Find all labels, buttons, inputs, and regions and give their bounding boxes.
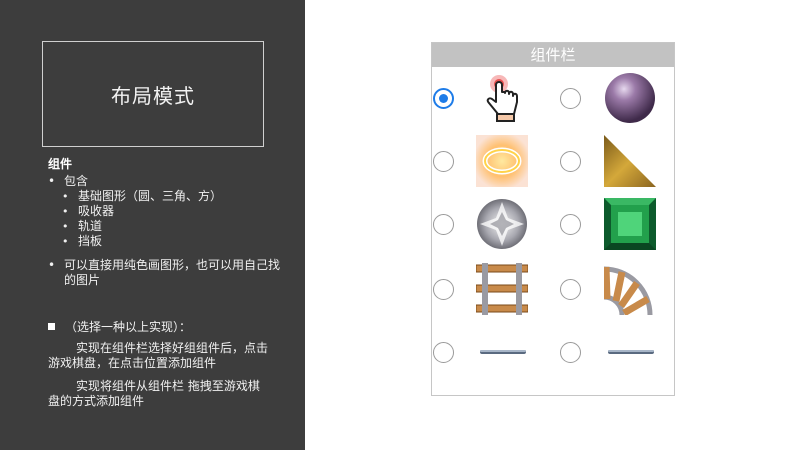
option-one-text: 实现在组件栏选择好组组件后，点击游戏棋盘，在点击位置添加组件 xyxy=(48,341,269,370)
radio-ring[interactable] xyxy=(433,151,454,172)
glowing-ring-icon[interactable] xyxy=(476,135,528,187)
radio-curved-track[interactable] xyxy=(560,279,581,300)
radio-flipper-right[interactable] xyxy=(560,342,581,363)
option-two-text: 实现将组件从组件栏 拖拽至游戏棋盘的方式添加组件 xyxy=(48,379,260,408)
curved-track-icon[interactable] xyxy=(604,263,656,315)
hand-pointer-icon[interactable] xyxy=(476,72,528,124)
note-item: 可以直接用纯色画图形，也可以用自己找的图片 xyxy=(48,258,288,288)
gold-triangle-icon[interactable] xyxy=(604,135,656,187)
sub-item-baffle: 挡板 xyxy=(62,234,288,249)
include-label: 包含 xyxy=(64,174,89,188)
radio-flipper-left[interactable] xyxy=(433,342,454,363)
component-sub-list: 基础图形（圆、三角、方） 吸收器 轨道 挡板 xyxy=(62,189,288,249)
radio-diamond[interactable] xyxy=(433,214,454,235)
include-item: 包含 xyxy=(48,174,288,189)
purple-ball-icon[interactable] xyxy=(604,72,656,124)
radio-ball[interactable] xyxy=(560,88,581,109)
components-heading: 组件 xyxy=(48,157,73,171)
title-box: 布局模式 xyxy=(42,41,264,147)
straight-track-icon[interactable] xyxy=(476,263,528,315)
option-title-text: （选择一种以上实现）： xyxy=(65,320,192,334)
radio-emerald[interactable] xyxy=(560,214,581,235)
diamond-circle-icon[interactable] xyxy=(476,198,528,250)
components-list: 包含 基础图形（圆、三角、方） 吸收器 轨道 挡板 可以直接用纯色画图形，也可以… xyxy=(48,174,288,288)
sub-item-absorber: 吸收器 xyxy=(62,204,288,219)
sub-item-shapes: 基础图形（圆、三角、方） xyxy=(62,189,288,204)
radio-triangle[interactable] xyxy=(560,151,581,172)
square-bullet-icon xyxy=(48,323,55,330)
sub-item-track: 轨道 xyxy=(62,219,288,234)
option-title: （选择一种以上实现）： xyxy=(48,318,191,335)
flipper-icon[interactable] xyxy=(604,326,656,378)
left-panel: 布局模式 组件 包含 基础图形（圆、三角、方） 吸收器 轨道 挡板 可以直接用纯… xyxy=(0,0,305,450)
emerald-square-icon[interactable] xyxy=(604,198,656,250)
component-bar-header: 组件栏 xyxy=(432,43,674,67)
flipper-icon[interactable] xyxy=(476,326,528,378)
radio-straight-track[interactable] xyxy=(433,279,454,300)
component-bar: 组件栏 xyxy=(431,42,675,396)
radio-hand[interactable] xyxy=(433,88,454,109)
page-title: 布局模式 xyxy=(111,83,195,108)
